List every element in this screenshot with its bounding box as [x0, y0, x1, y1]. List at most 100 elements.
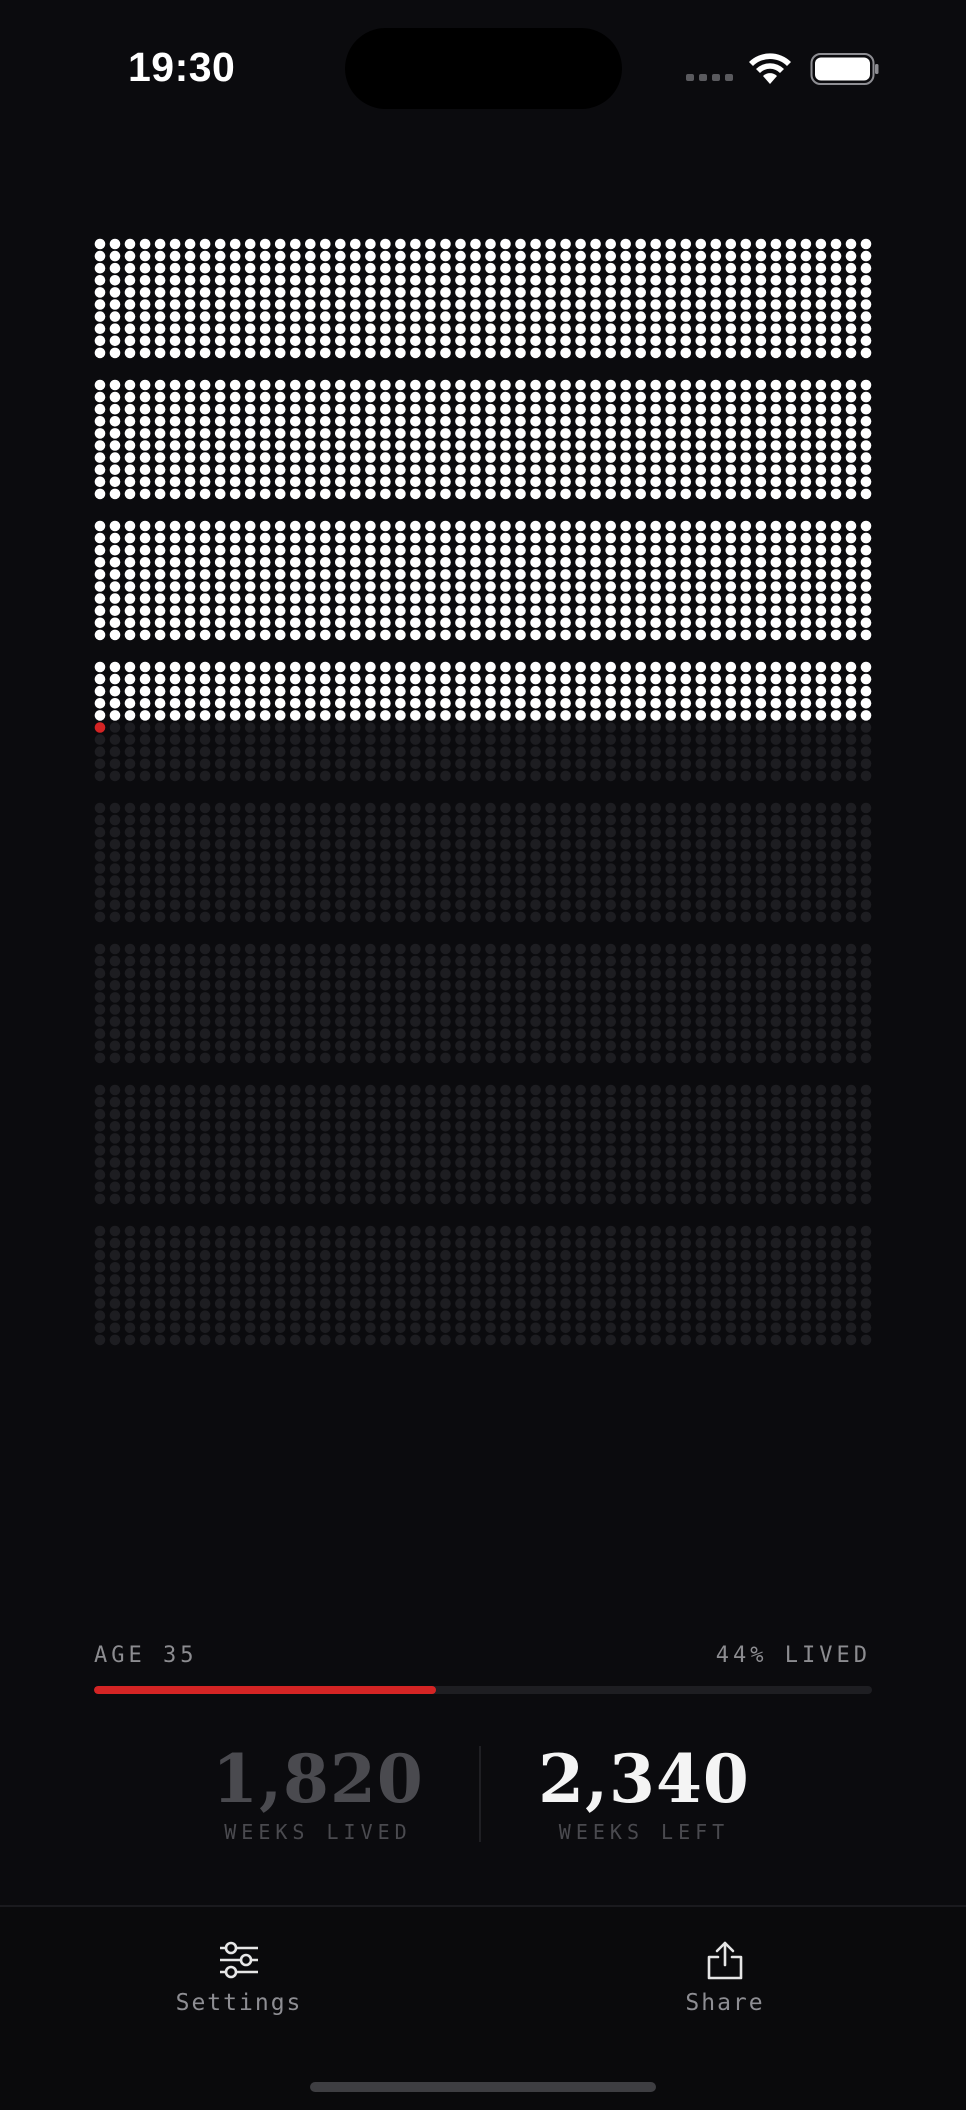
- week-dot-future: [575, 1040, 586, 1052]
- week-dot-lived: [380, 698, 391, 709]
- week-dot-lived: [229, 238, 241, 250]
- week-dot-future: [785, 1334, 797, 1346]
- week-dot-future: [244, 1262, 256, 1273]
- week-dot-future: [530, 1334, 541, 1346]
- share-button[interactable]: Share: [615, 1940, 835, 2016]
- week-dot-lived: [530, 416, 541, 427]
- week-dot-lived: [485, 605, 496, 616]
- week-dot-future: [320, 1040, 331, 1052]
- week-dot-future: [695, 1286, 707, 1297]
- week-dot-lived: [470, 629, 481, 641]
- week-dot-future: [244, 802, 256, 814]
- week-dot-lived: [770, 593, 782, 604]
- week-dot-lived: [320, 403, 331, 415]
- week-dot-future: [785, 1298, 797, 1309]
- week-dot-lived: [770, 605, 782, 616]
- week-dot-future: [290, 1225, 301, 1237]
- week-dot-future: [560, 1108, 571, 1120]
- week-dot-future: [395, 1108, 406, 1120]
- week-dot-lived: [290, 347, 301, 359]
- week-dot-lived: [154, 581, 166, 592]
- week-dot-future: [515, 1004, 526, 1015]
- week-dot-lived: [830, 416, 842, 427]
- week-dot-lived: [590, 685, 601, 697]
- week-dot-lived: [650, 416, 661, 427]
- week-dot-lived: [590, 569, 601, 580]
- week-dot-future: [860, 1322, 872, 1334]
- week-dot-future: [785, 875, 797, 886]
- week-dot-lived: [365, 275, 376, 286]
- week-dot-future: [109, 1052, 121, 1064]
- week-dot-future: [560, 758, 571, 770]
- settings-button[interactable]: Settings: [129, 1940, 349, 2016]
- week-dot-future: [530, 1096, 541, 1108]
- week-dot-future: [650, 899, 661, 911]
- week-dot-future: [184, 746, 196, 757]
- week-dot-future: [635, 1084, 646, 1096]
- week-dot-future: [590, 1193, 601, 1205]
- week-dot-lived: [259, 379, 271, 391]
- week-dot-lived: [650, 544, 661, 556]
- week-dot-lived: [380, 262, 391, 274]
- week-dot-future: [695, 980, 707, 991]
- week-dot-lived: [320, 593, 331, 604]
- week-dot-future: [109, 899, 121, 911]
- week-dot-future: [365, 899, 376, 911]
- week-dot-lived: [335, 379, 346, 391]
- week-dot-future: [455, 1157, 466, 1168]
- week-dot-future: [94, 1274, 106, 1285]
- week-dot-future: [365, 802, 376, 814]
- week-dot-lived: [169, 323, 181, 335]
- week-dot-lived: [500, 698, 511, 709]
- week-dot-future: [770, 1084, 782, 1096]
- week-dot-future: [605, 911, 616, 923]
- week-dot-future: [695, 734, 707, 745]
- week-dot-future: [395, 1249, 406, 1261]
- week-dot-lived: [680, 629, 692, 641]
- week-dot-lived: [740, 605, 752, 616]
- week-dot-future: [410, 814, 421, 826]
- week-dot-future: [815, 911, 827, 923]
- week-dot-lived: [770, 391, 782, 403]
- week-dot-future: [665, 899, 676, 911]
- week-dot-lived: [800, 464, 812, 476]
- week-dot-future: [440, 980, 451, 991]
- week-dot-future: [335, 826, 346, 838]
- week-dot-lived: [515, 299, 526, 310]
- week-dot-lived: [169, 673, 181, 685]
- week-dot-lived: [575, 379, 586, 391]
- week-dot-lived: [290, 250, 301, 262]
- week-dot-lived: [815, 323, 827, 335]
- week-dot-future: [455, 734, 466, 745]
- life-weeks-grid: [94, 238, 872, 1346]
- week-dot-lived: [184, 532, 196, 544]
- week-dot-future: [214, 980, 226, 991]
- week-dot-lived: [244, 299, 256, 310]
- week-dot-lived: [184, 416, 196, 427]
- week-dot-future: [169, 980, 181, 991]
- week-dot-future: [440, 992, 451, 1003]
- week-dot-future: [755, 1040, 767, 1052]
- week-dot-future: [590, 955, 601, 967]
- week-dot-lived: [740, 250, 752, 262]
- week-dot-lived: [184, 440, 196, 451]
- week-dot-future: [530, 814, 541, 826]
- week-dot-future: [455, 770, 466, 782]
- week-dot-future: [665, 980, 676, 991]
- week-dot-future: [470, 1016, 481, 1027]
- week-dot-future: [169, 1298, 181, 1309]
- week-dot-lived: [650, 323, 661, 335]
- week-dot-lived: [425, 520, 436, 532]
- week-dot-future: [124, 1157, 136, 1168]
- week-dot-future: [605, 1225, 616, 1237]
- week-dot-future: [845, 863, 857, 874]
- week-dot-future: [290, 875, 301, 886]
- week-dot-future: [740, 1040, 752, 1052]
- week-dot-lived: [470, 581, 481, 592]
- week-dot-lived: [199, 440, 211, 451]
- week-dot-future: [184, 1249, 196, 1261]
- week-dot-lived: [695, 629, 707, 641]
- week-dot-lived: [350, 698, 361, 709]
- week-dot-future: [560, 1096, 571, 1108]
- week-dot-future: [770, 1262, 782, 1273]
